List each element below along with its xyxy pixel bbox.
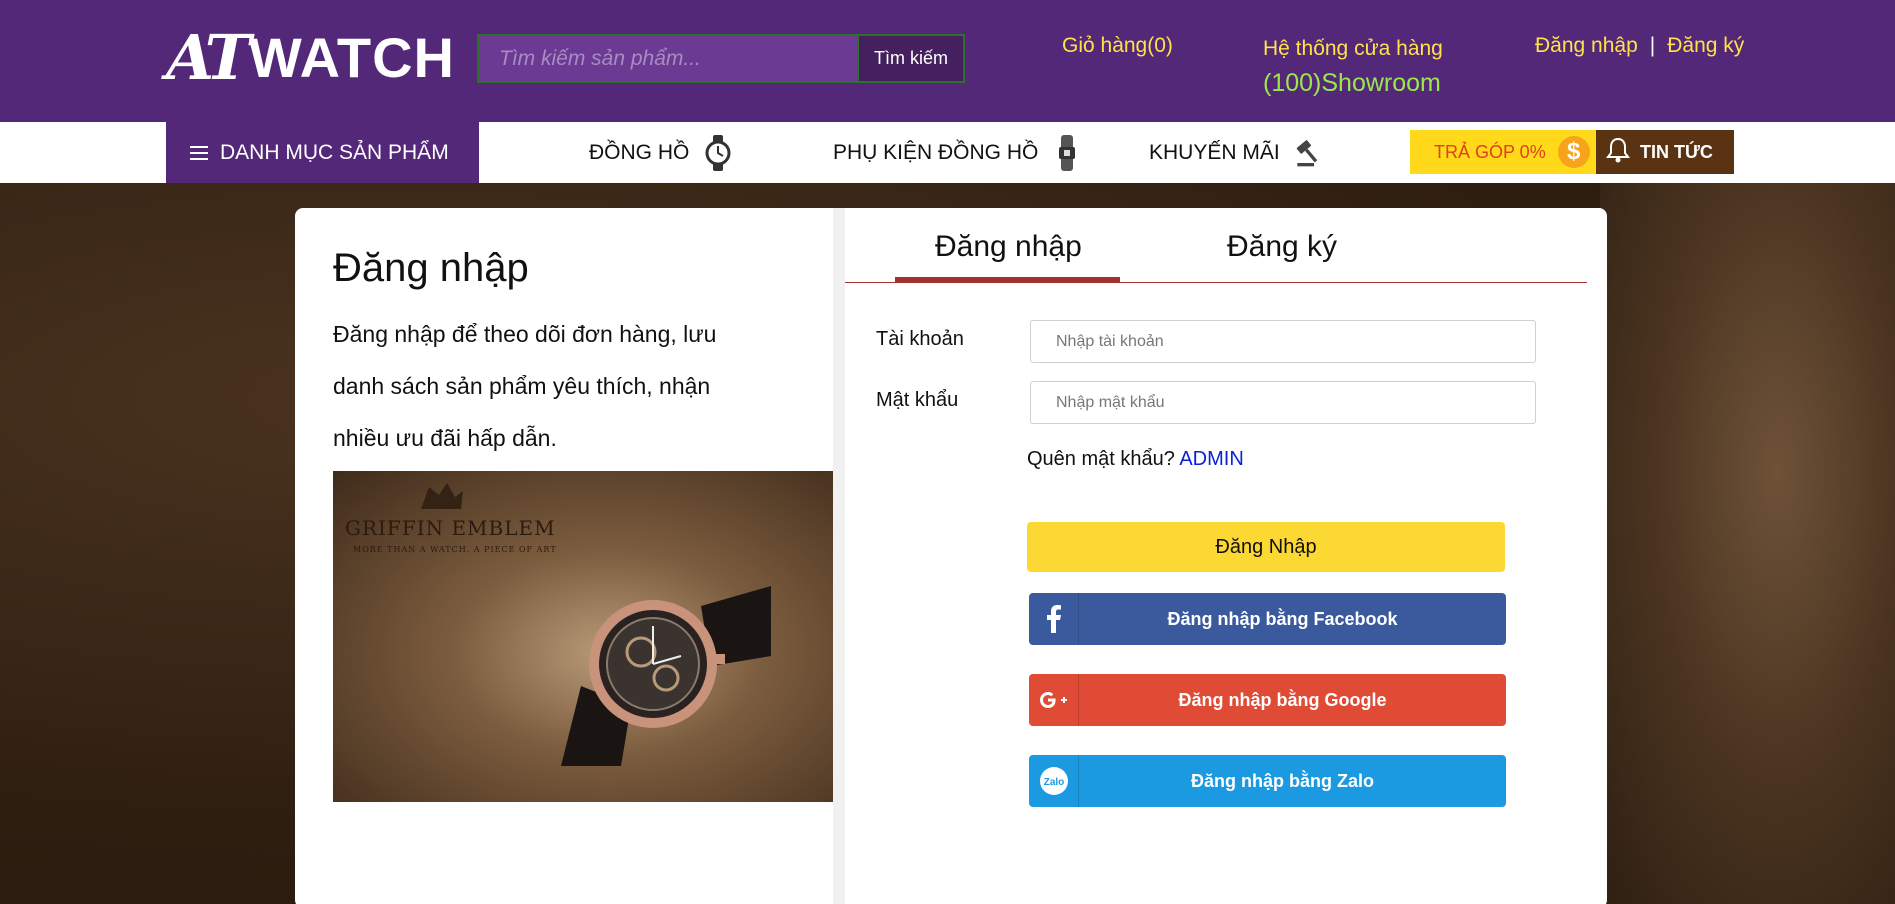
page-title: Đăng nhập	[333, 246, 529, 290]
forgot-password-text: Quên mật khẩu?	[1027, 448, 1175, 470]
auth-tabs: Đăng nhập Đăng ký	[845, 208, 1587, 283]
auth-links: Đăng nhập | Đăng ký	[1535, 34, 1744, 58]
zalo-login-label: Đăng nhập bằng Zalo	[1191, 770, 1374, 791]
nav-item-watches[interactable]: ĐỒNG HỒ	[589, 122, 733, 183]
password-label: Mật khẩu	[876, 389, 959, 411]
zalo-login-button[interactable]: Zalo Đăng nhập bằng Zalo	[1029, 755, 1506, 807]
google-login-button[interactable]: Đăng nhập bằng Google	[1029, 674, 1506, 726]
nav-item-label: ĐỒNG HỒ	[589, 140, 690, 164]
news-button[interactable]: TIN TỨC	[1596, 130, 1734, 174]
forgot-password: Quên mật khẩu? ADMIN	[1027, 448, 1244, 471]
logo-text: WATCH	[248, 25, 455, 89]
stores-label[interactable]: Hệ thống cửa hàng	[1263, 37, 1443, 61]
forgot-password-link[interactable]: ADMIN	[1179, 448, 1243, 470]
site-logo[interactable]: AT WATCH	[166, 20, 454, 94]
tab-register[interactable]: Đăng ký	[1227, 230, 1337, 264]
logo-mark: AT	[166, 20, 251, 94]
gavel-icon	[1294, 133, 1324, 173]
zalo-icon: Zalo	[1029, 755, 1079, 807]
facebook-icon	[1029, 593, 1079, 645]
griffin-logo-icon	[411, 479, 471, 520]
account-input[interactable]	[1030, 320, 1536, 363]
google-plus-icon	[1029, 674, 1079, 726]
nav-item-accessories[interactable]: PHỤ KIỆN ĐỒNG HỒ	[833, 122, 1082, 183]
dollar-coin-icon: $	[1557, 136, 1590, 168]
facebook-login-label: Đăng nhập bằng Facebook	[1167, 608, 1398, 629]
nav-item-label: PHỤ KIỆN ĐỒNG HỒ	[833, 140, 1039, 164]
news-label: TIN TỨC	[1640, 141, 1713, 162]
nav-item-promotions[interactable]: KHUYẾN MÃI	[1149, 122, 1324, 183]
cart-link[interactable]: Giỏ hàng(0)	[1062, 34, 1173, 58]
login-info-pane: Đăng nhập Đăng nhập để theo dõi đơn hàng…	[295, 208, 833, 904]
login-form-pane: Đăng nhập Đăng ký Tài khoản Mật khẩu Quê…	[845, 208, 1607, 904]
promo-brand: GRIFFIN EMBLEM	[345, 516, 556, 540]
login-description: Đăng nhập để theo dõi đơn hàng, lưu danh…	[333, 321, 717, 451]
svg-text:Zalo: Zalo	[1043, 777, 1064, 788]
menu-icon	[190, 145, 208, 160]
password-input[interactable]	[1030, 381, 1536, 424]
search-input[interactable]	[477, 34, 858, 83]
account-label: Tài khoản	[876, 328, 964, 350]
search-button[interactable]: Tìm kiếm	[857, 34, 965, 83]
bell-icon	[1606, 137, 1630, 168]
installment-label: TRẢ GÓP 0%	[1434, 141, 1546, 162]
stores-count[interactable]: (100)Showroom	[1263, 69, 1441, 98]
header-login-link[interactable]: Đăng nhập	[1535, 34, 1638, 58]
watch-photo	[561, 566, 771, 771]
login-card: Đăng nhập Đăng nhập để theo dõi đơn hàng…	[295, 208, 1607, 904]
promo-tagline: MORE THAN A WATCH. A PIECE OF ART	[353, 545, 557, 554]
auth-separator: |	[1649, 34, 1656, 57]
login-button[interactable]: Đăng Nhập	[1027, 522, 1505, 572]
tab-login[interactable]: Đăng nhập	[935, 230, 1082, 264]
watch-icon	[703, 133, 733, 173]
category-menu-label: DANH MỤC SẢN PHẨM	[220, 140, 449, 164]
top-header: AT WATCH Tìm kiếm Giỏ hàng(0) Hệ thống c…	[0, 0, 1895, 122]
facebook-login-button[interactable]: Đăng nhập bằng Facebook	[1029, 593, 1506, 645]
installment-button[interactable]: TRẢ GÓP 0% $	[1410, 130, 1596, 174]
category-menu-button[interactable]: DANH MỤC SẢN PHẨM	[166, 122, 479, 183]
header-register-link[interactable]: Đăng ký	[1667, 34, 1744, 58]
active-tab-indicator	[895, 277, 1120, 283]
watch-strap-icon	[1052, 133, 1082, 173]
main-nav: DANH MỤC SẢN PHẨM ĐỒNG HỒ PHỤ KIỆN ĐỒNG …	[0, 122, 1895, 183]
promo-image: GRIFFIN EMBLEM MORE THAN A WATCH. A PIEC…	[333, 471, 833, 802]
pane-divider	[833, 208, 845, 904]
nav-item-label: KHUYẾN MÃI	[1149, 140, 1280, 164]
google-login-label: Đăng nhập bằng Google	[1178, 689, 1387, 710]
